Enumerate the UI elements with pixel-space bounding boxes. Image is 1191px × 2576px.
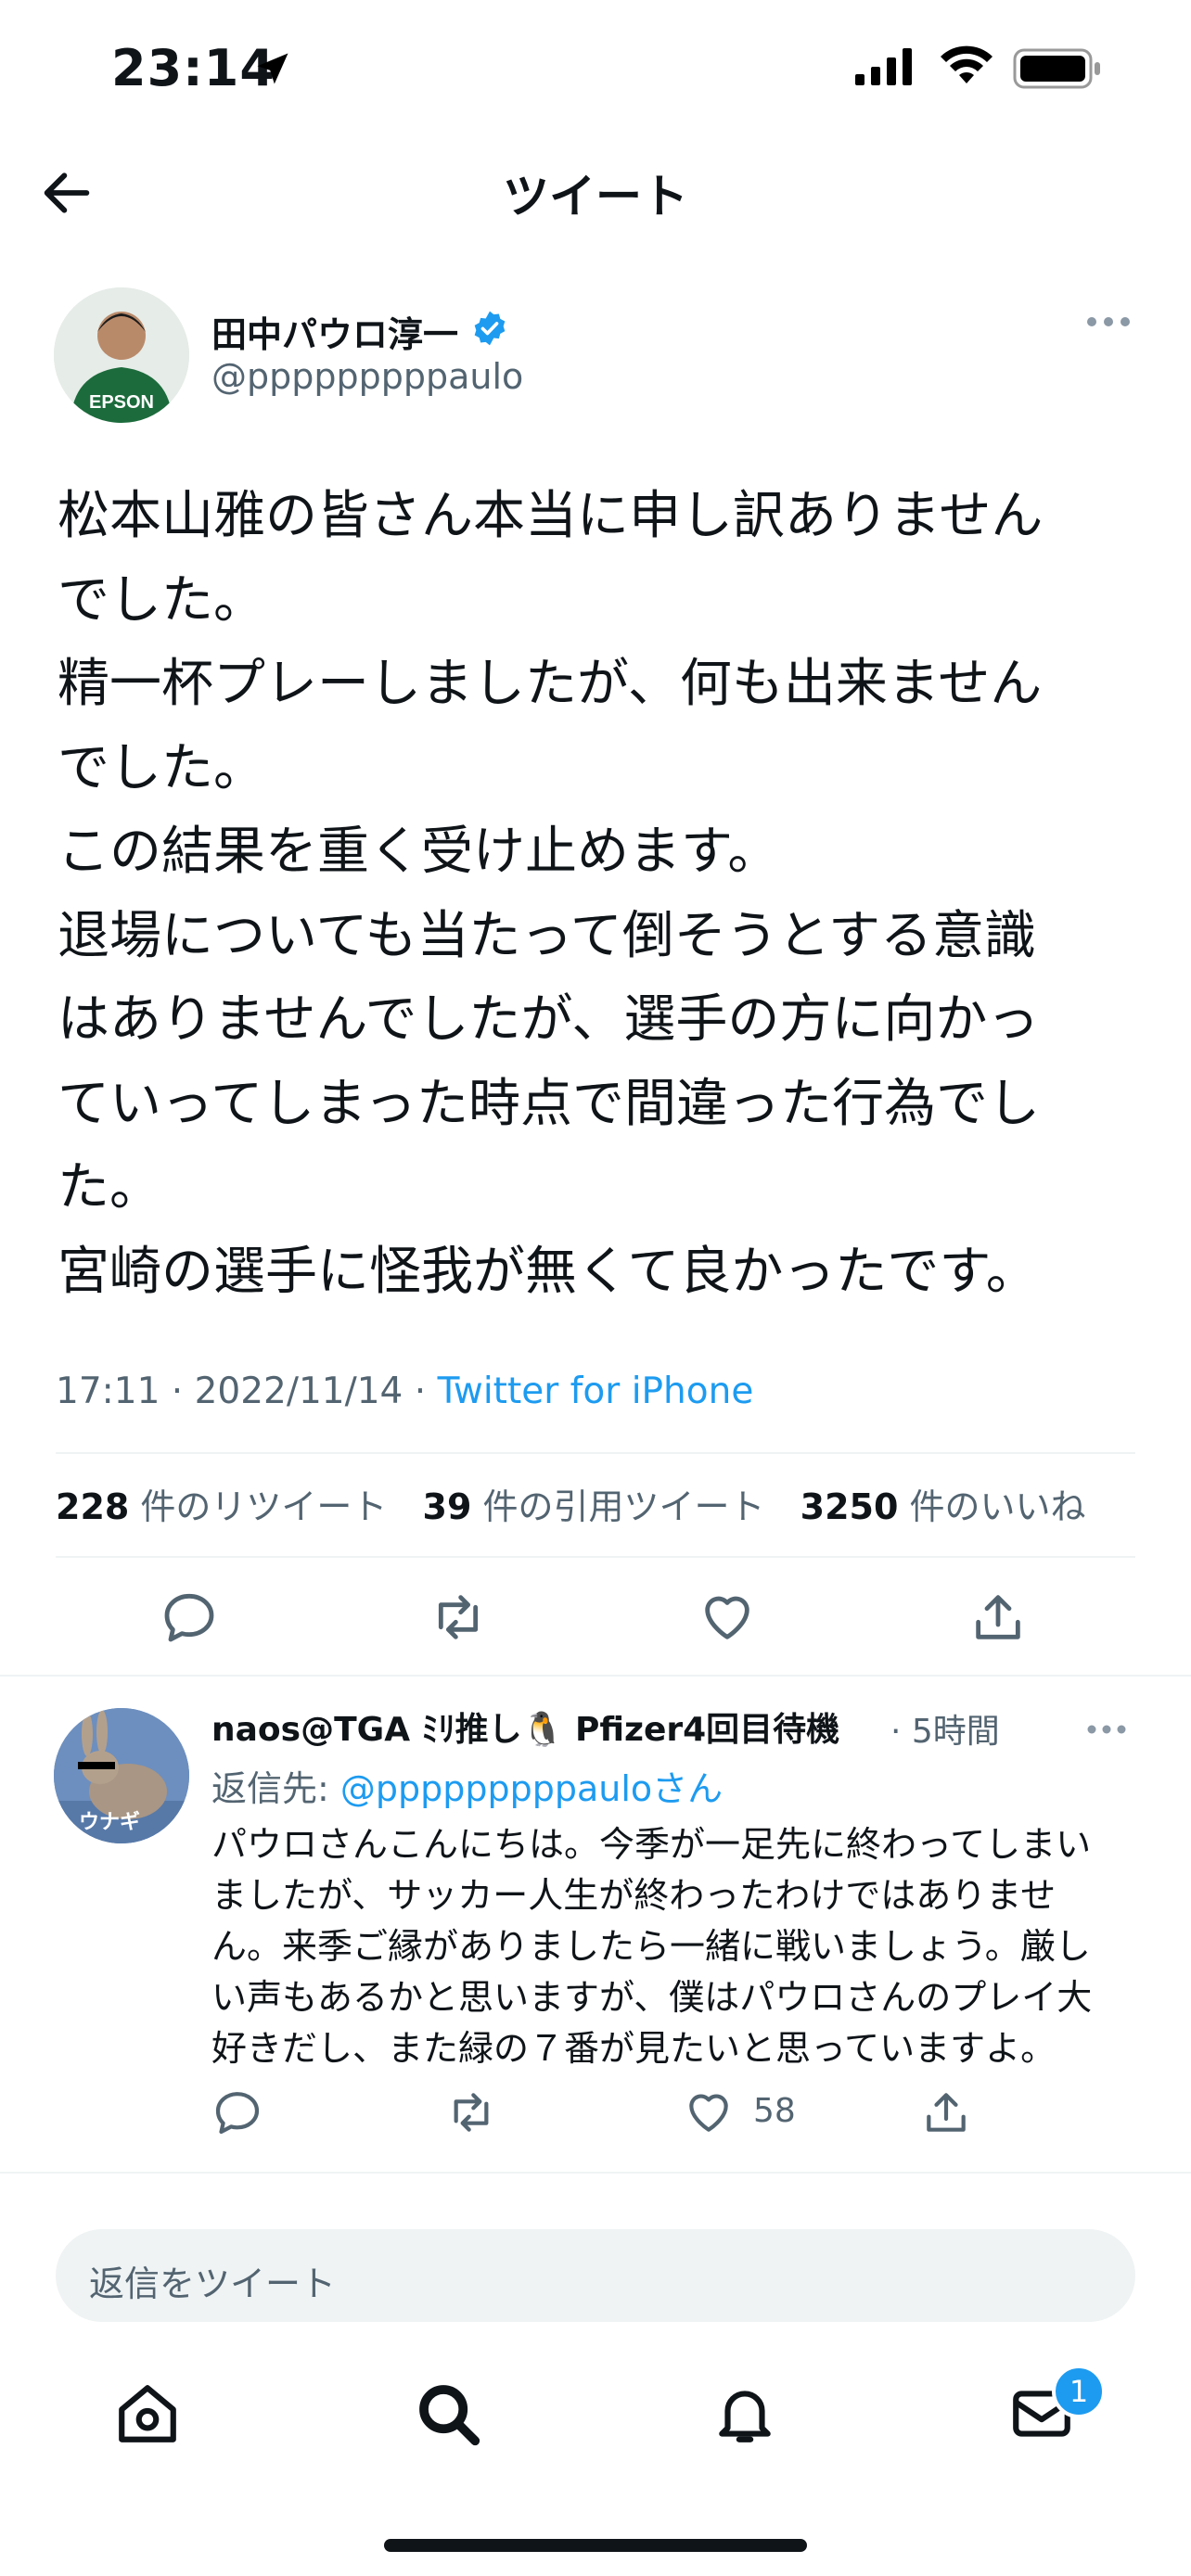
- replying-to: 返信先: @pppppppppauloさん: [211, 1768, 724, 1809]
- share-icon[interactable]: [968, 1588, 1028, 1647]
- reply-time: · 5時間: [890, 1713, 1000, 1751]
- wifi-icon: [941, 45, 992, 83]
- more-options-icon[interactable]: [1085, 1723, 1128, 1736]
- reply-icon[interactable]: [160, 1588, 219, 1647]
- author-avatar[interactable]: EPSON: [54, 287, 189, 423]
- notifications-bell-icon[interactable]: [711, 2379, 779, 2448]
- avatar-sponsor-text: EPSON: [89, 392, 154, 413]
- retweet-icon[interactable]: [429, 1588, 488, 1647]
- tweet-source-link[interactable]: Twitter for iPhone: [438, 1371, 754, 1412]
- reply-author-avatar[interactable]: ウナギ: [54, 1708, 189, 1843]
- like-heart-icon[interactable]: [683, 2086, 735, 2138]
- divider: [56, 1452, 1135, 1454]
- divider: [0, 1675, 1191, 1677]
- likes-stat[interactable]: 3250 件のいいね: [800, 1486, 1086, 1527]
- tweet-timestamp: 17:11 · 2022/11/14 ·: [56, 1371, 438, 1412]
- replying-to-link[interactable]: @pppppppppaulo: [340, 1768, 652, 1809]
- home-indicator[interactable]: [384, 2539, 807, 2552]
- tweet-meta: 17:11 · 2022/11/14 · Twitter for iPhone: [56, 1371, 753, 1412]
- location-arrow-icon: [257, 53, 288, 84]
- like-count: 58: [753, 2092, 796, 2130]
- like-heart-icon[interactable]: [698, 1588, 757, 1647]
- retweets-stat[interactable]: 228 件のリツイート: [56, 1486, 387, 1527]
- quotes-stat[interactable]: 39 件の引用ツイート: [423, 1486, 765, 1527]
- divider: [56, 1556, 1135, 1558]
- messages-badge: 1: [1052, 2365, 1106, 2418]
- reply-author-name[interactable]: naos@TGA ﾐﾘ推し🐧 Pfizer4回目待機: [211, 1702, 839, 1751]
- author-name[interactable]: 田中パウロ淳一: [211, 306, 458, 357]
- reply-text: パウロさんこんにちは。今季が一足先に終わってしまい ましたが、サッカー人生が終わ…: [211, 1824, 1093, 2069]
- status-time: 23:14: [111, 39, 275, 97]
- avatar-caption-text: ウナギ: [79, 1811, 140, 1834]
- reply-icon[interactable]: [211, 2086, 263, 2138]
- share-icon[interactable]: [920, 2086, 972, 2138]
- search-icon[interactable]: [412, 2378, 484, 2450]
- more-options-icon[interactable]: [1085, 315, 1132, 328]
- reply-input-placeholder: 返信をツイート: [89, 2264, 337, 2304]
- tweet-stats: 228 件のリツイート 39 件の引用ツイート 3250 件のいいね: [56, 1478, 1086, 1529]
- cellular-signal-icon: [855, 48, 912, 85]
- tweet-text: 松本山雅の皆さん本当に申し訳ありません でした。 精一杯プレーしましたが、何も出…: [58, 486, 1044, 1302]
- battery-icon: [1013, 48, 1100, 89]
- home-icon[interactable]: [113, 2379, 182, 2448]
- page-title: ツイート: [503, 170, 688, 223]
- verified-badge-icon: [474, 311, 506, 346]
- author-handle[interactable]: @pppppppppaulo: [211, 356, 523, 397]
- retweet-icon[interactable]: [445, 2086, 497, 2138]
- divider: [0, 2172, 1191, 2174]
